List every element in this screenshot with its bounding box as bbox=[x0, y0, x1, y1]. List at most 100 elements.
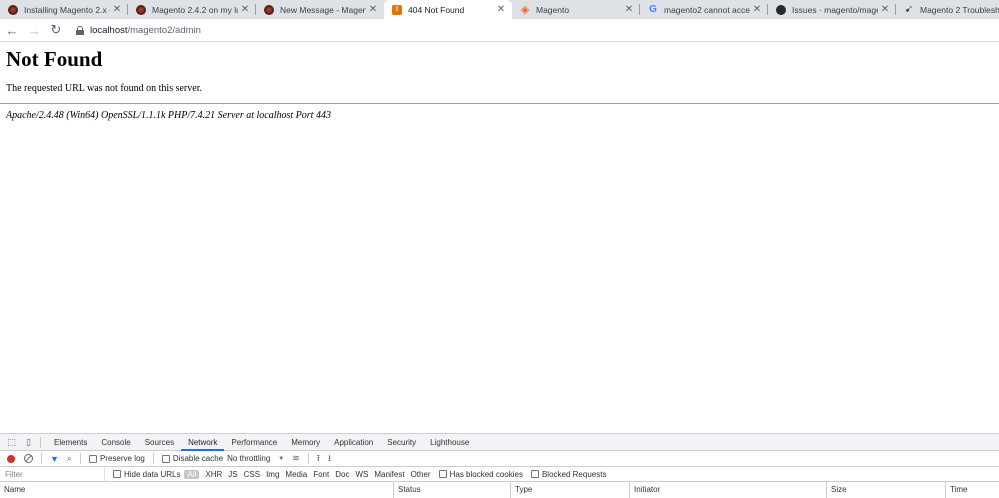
filter-type-xhr[interactable]: XHR bbox=[205, 470, 222, 479]
inspect-element-icon[interactable]: ⬚ bbox=[6, 437, 17, 448]
devtools-tab-performance[interactable]: Performance bbox=[224, 434, 284, 451]
github-icon bbox=[776, 4, 786, 15]
devdocs-icon: ➹ bbox=[904, 4, 914, 15]
filter-type-js[interactable]: JS bbox=[228, 470, 237, 479]
divider bbox=[307, 453, 309, 464]
address-bar[interactable]: localhost/magento2/admin bbox=[76, 21, 201, 40]
divider bbox=[0, 103, 999, 104]
devtools-panel: ⬚ ▯ Elements Console Sources Network Per… bbox=[0, 433, 999, 498]
devtools-tab-security[interactable]: Security bbox=[380, 434, 423, 451]
preserve-log-label: Preserve log bbox=[99, 454, 145, 463]
google-icon: G bbox=[649, 4, 657, 15]
column-header-status[interactable]: Status bbox=[394, 482, 511, 498]
tab-title: magento2 cannot access lo bbox=[664, 4, 750, 15]
tab-strip: Installing Magento 2.x - Pr ✕ Magento 2.… bbox=[0, 0, 999, 19]
magento-dark-icon bbox=[136, 4, 146, 15]
chevron-down-icon[interactable]: ▼ bbox=[278, 456, 284, 462]
filter-type-ws[interactable]: WS bbox=[355, 470, 368, 479]
lock-icon[interactable] bbox=[76, 25, 84, 35]
network-table-header: Name Status Type Initiator Size Time bbox=[0, 482, 999, 498]
tab-title: New Message - Magento I bbox=[280, 4, 366, 15]
blocked-requests-checkbox[interactable] bbox=[530, 470, 539, 478]
divider bbox=[40, 436, 41, 448]
preserve-log-checkbox[interactable] bbox=[88, 454, 97, 463]
devtools-tab-sources[interactable]: Sources bbox=[138, 434, 181, 451]
close-icon[interactable]: ✕ bbox=[240, 4, 250, 15]
hide-data-urls-checkbox[interactable] bbox=[113, 470, 121, 478]
browser-tab[interactable]: ◈ Magento ✕ bbox=[512, 0, 640, 19]
page-title: Not Found bbox=[6, 47, 103, 71]
browser-toolbar: ← → ↻ localhost/magento2/admin bbox=[0, 19, 999, 42]
download-icon[interactable]: ⭳ bbox=[328, 451, 331, 467]
url-path: /magento2/admin bbox=[127, 24, 201, 36]
browser-tab[interactable]: New Message - Magento I ✕ bbox=[256, 0, 384, 19]
filter-type-css[interactable]: CSS bbox=[244, 470, 260, 479]
devtools-tab-lighthouse[interactable]: Lighthouse bbox=[423, 434, 476, 451]
has-blocked-cookies-checkbox[interactable] bbox=[438, 470, 447, 478]
tab-title: Magento bbox=[536, 4, 570, 15]
browser-tab[interactable]: Issues · magento/magento2 ✕ bbox=[768, 0, 896, 19]
column-header-size[interactable]: Size bbox=[827, 482, 946, 498]
clear-icon[interactable] bbox=[24, 454, 33, 463]
upload-icon[interactable]: ⭱ bbox=[317, 451, 320, 467]
tab-title: Magento 2 Troubleshoo bbox=[920, 4, 999, 15]
browser-tab-active[interactable]: ! 404 Not Found ✕ bbox=[384, 0, 512, 19]
disable-cache-label: Disable cache bbox=[172, 454, 224, 463]
error-message: The requested URL was not found on this … bbox=[6, 83, 202, 94]
search-icon[interactable]: ⌕ bbox=[67, 453, 72, 464]
disable-cache-checkbox[interactable] bbox=[161, 454, 170, 463]
network-toolbar: ▼ ⌕ Preserve log Disable cache No thrott… bbox=[0, 451, 999, 467]
browser-tab[interactable]: Installing Magento 2.x - Pr ✕ bbox=[0, 0, 128, 19]
has-blocked-cookies-label: Has blocked cookies bbox=[449, 469, 523, 479]
browser-tab[interactable]: G magento2 cannot access lo ✕ bbox=[640, 0, 768, 19]
close-icon[interactable]: ✕ bbox=[752, 4, 762, 15]
devtools-tab-elements[interactable]: Elements bbox=[47, 434, 94, 451]
filter-type-img[interactable]: Img bbox=[266, 470, 279, 479]
devtools-tab-console[interactable]: Console bbox=[94, 434, 137, 451]
tab-title: 404 Not Found bbox=[408, 4, 465, 15]
filter-input[interactable]: Filter bbox=[2, 467, 105, 481]
devtools-tab-bar: ⬚ ▯ Elements Console Sources Network Per… bbox=[0, 434, 999, 451]
column-header-name[interactable]: Name bbox=[0, 482, 394, 498]
network-filter-bar: Filter Hide data URLs All XHR JS CSS Img… bbox=[0, 467, 999, 482]
back-arrow-icon[interactable]: ← bbox=[2, 20, 22, 40]
filter-icon[interactable]: ▼ bbox=[50, 454, 59, 464]
close-icon[interactable]: ✕ bbox=[368, 4, 378, 15]
column-header-initiator[interactable]: Initiator bbox=[630, 482, 827, 498]
reload-icon[interactable]: ↻ bbox=[46, 20, 66, 40]
close-icon[interactable]: ✕ bbox=[624, 4, 634, 15]
page-content: Not Found The requested URL was not foun… bbox=[0, 42, 999, 433]
devtools-tab-memory[interactable]: Memory bbox=[284, 434, 327, 451]
throttling-select[interactable]: No throttling bbox=[227, 454, 270, 463]
close-icon[interactable]: ✕ bbox=[880, 4, 890, 15]
tab-title: Installing Magento 2.x - Pr bbox=[24, 4, 110, 15]
divider bbox=[152, 453, 154, 464]
browser-tab[interactable]: Magento 2.4.2 on my local ✕ bbox=[128, 0, 256, 19]
forward-arrow-icon[interactable]: → bbox=[24, 20, 44, 40]
column-header-type[interactable]: Type bbox=[511, 482, 630, 498]
devtools-tab-application[interactable]: Application bbox=[327, 434, 380, 451]
filter-type-font[interactable]: Font bbox=[313, 470, 329, 479]
filter-type-all[interactable]: All bbox=[184, 469, 200, 479]
hide-data-urls-label: Hide data URLs bbox=[124, 469, 181, 479]
tab-title: Issues · magento/magento2 bbox=[792, 4, 878, 15]
column-header-time[interactable]: Time bbox=[946, 482, 999, 498]
close-icon[interactable]: ✕ bbox=[496, 4, 506, 15]
server-signature: Apache/2.4.48 (Win64) OpenSSL/1.1.1k PHP… bbox=[6, 110, 331, 121]
browser-tab[interactable]: ➹ Magento 2 Troubleshoo bbox=[896, 0, 999, 19]
record-icon[interactable] bbox=[7, 454, 15, 463]
close-icon[interactable]: ✕ bbox=[112, 4, 122, 15]
error-page-icon: ! bbox=[392, 4, 402, 15]
device-toolbar-icon[interactable]: ▯ bbox=[23, 437, 34, 448]
network-conditions-icon[interactable]: ≋ bbox=[292, 453, 300, 464]
filter-type-other[interactable]: Other bbox=[411, 470, 431, 479]
magento-dark-icon bbox=[8, 4, 18, 15]
devtools-tab-network[interactable]: Network bbox=[181, 434, 225, 451]
divider bbox=[79, 453, 81, 464]
filter-type-manifest[interactable]: Manifest bbox=[374, 470, 404, 479]
divider bbox=[41, 453, 42, 464]
filter-type-doc[interactable]: Doc bbox=[335, 470, 349, 479]
magento-logo-icon: ◈ bbox=[520, 4, 530, 16]
magento-dark-icon bbox=[264, 4, 274, 15]
filter-type-media[interactable]: Media bbox=[285, 470, 307, 479]
